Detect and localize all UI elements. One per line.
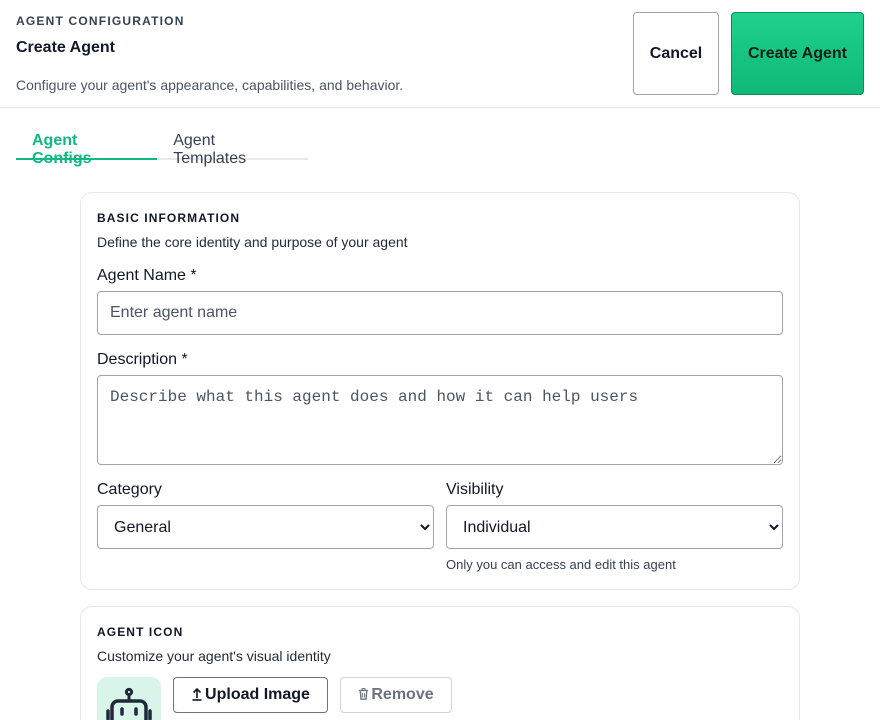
category-label: Category xyxy=(97,481,162,498)
section-title: BASIC INFORMATION xyxy=(97,211,241,225)
create-agent-page: AGENT CONFIGURATION Create Agent Configu… xyxy=(0,0,880,720)
page-eyebrow: AGENT CONFIGURATION xyxy=(16,14,185,28)
remove-image-button[interactable]: Remove xyxy=(340,677,452,713)
tab-agent-configs[interactable]: Agent Configs xyxy=(16,122,158,167)
create-agent-button[interactable]: Create Agent xyxy=(731,12,864,95)
tab-bar: Agent Configs Agent Templates xyxy=(16,122,308,167)
basic-information-card: BASIC INFORMATION Define the core identi… xyxy=(80,192,800,590)
trash-icon xyxy=(358,688,369,702)
visibility-helper-text: Only you can access and edit this agent xyxy=(446,557,676,572)
page-title: Create Agent xyxy=(16,39,115,56)
agent-name-input[interactable] xyxy=(97,291,783,335)
section-title: AGENT ICON xyxy=(97,625,184,639)
description-label: Description * xyxy=(97,351,188,368)
visibility-label: Visibility xyxy=(446,481,504,498)
category-select[interactable]: General xyxy=(97,505,434,549)
robot-icon xyxy=(106,687,152,720)
tab-agent-templates[interactable]: Agent Templates xyxy=(157,122,308,167)
page-header: AGENT CONFIGURATION Create Agent Configu… xyxy=(0,0,880,108)
page-subtitle: Configure your agent's appearance, capab… xyxy=(16,77,404,93)
visibility-select[interactable]: Individual xyxy=(446,505,783,549)
upload-icon xyxy=(191,687,203,703)
upload-image-label: Upload Image xyxy=(205,686,310,703)
remove-image-label: Remove xyxy=(371,686,434,703)
cancel-button[interactable]: Cancel xyxy=(633,12,719,95)
upload-image-button[interactable]: Upload Image xyxy=(173,677,328,713)
agent-icon-preview xyxy=(97,677,161,720)
section-description: Customize your agent's visual identity xyxy=(97,648,331,664)
agent-icon-card: AGENT ICON Customize your agent's visual… xyxy=(80,606,800,720)
agent-name-label: Agent Name * xyxy=(97,267,197,284)
section-description: Define the core identity and purpose of … xyxy=(97,234,408,250)
description-textarea[interactable] xyxy=(97,375,783,465)
